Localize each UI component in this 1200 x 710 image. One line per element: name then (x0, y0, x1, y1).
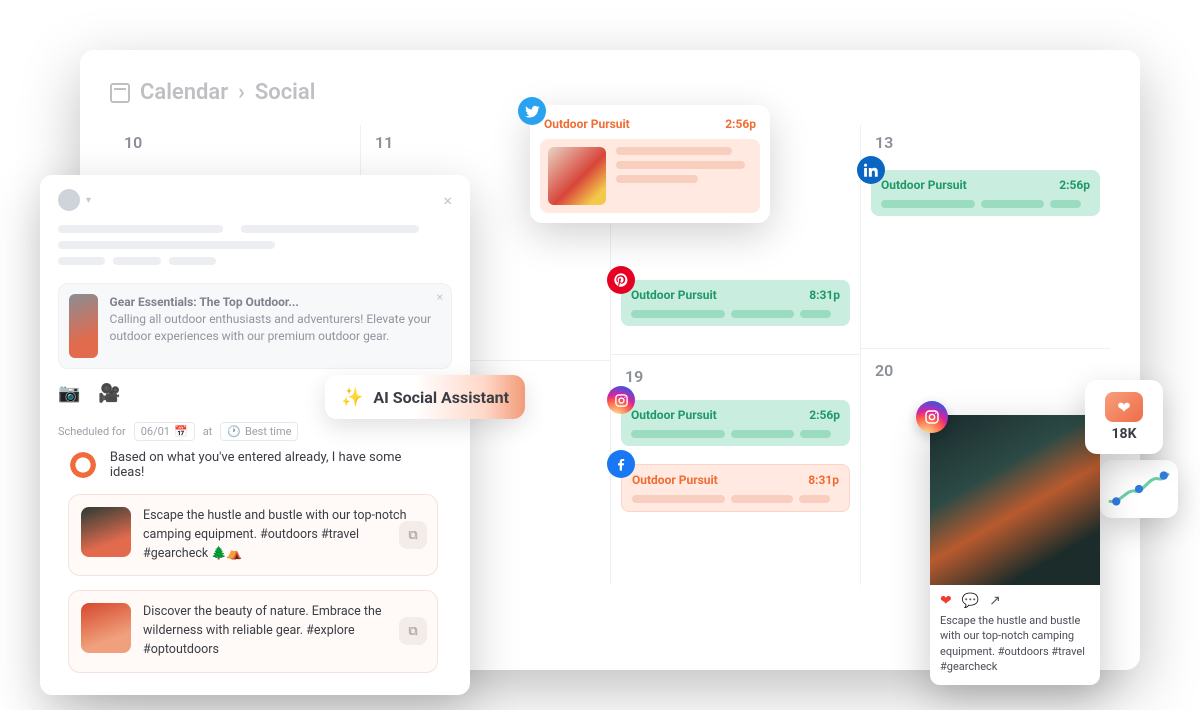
assistant-intro: Based on what you've entered already, I … (110, 450, 438, 480)
copy-icon[interactable]: ⧉ (399, 617, 427, 645)
calendar-event[interactable]: Outdoor Pursuit 2:56p (871, 170, 1100, 216)
event-time: 8:31p (809, 288, 840, 302)
suggestion-text: Escape the hustle and bustle with our to… (143, 507, 425, 563)
account-selector[interactable]: ▾ (58, 189, 91, 211)
copy-icon[interactable]: ⧉ (399, 521, 427, 549)
suggestion-text: Discover the beauty of nature. Embrace t… (143, 603, 425, 659)
assistant-avatar (68, 450, 98, 480)
heart-icon: ❤ (1105, 392, 1143, 422)
event-time: 2:56p (1059, 178, 1090, 192)
like-icon[interactable]: ❤ (940, 593, 952, 609)
scheduled-label: Scheduled for (58, 425, 126, 438)
event-title: Outdoor Pursuit (881, 178, 967, 192)
schedule-time-input[interactable]: 🕐 Best time (220, 422, 298, 441)
day-number: 13 (871, 125, 1100, 160)
breadcrumb-sep: › (238, 80, 245, 105)
attachment-thumbnail (69, 294, 98, 358)
calendar-icon: 📅 (174, 425, 188, 438)
day-number: 10 (120, 125, 350, 160)
event-time: 8:31p (808, 473, 839, 487)
chevron-down-icon: ▾ (86, 195, 91, 206)
calendar-event[interactable]: Outdoor Pursuit 8:31p (621, 464, 850, 512)
likes-count: 18K (1112, 426, 1137, 442)
event-thumbnail (548, 147, 606, 205)
calendar-event[interactable]: Outdoor Pursuit 2:56p (621, 400, 850, 446)
suggestion-thumbnail (81, 507, 131, 557)
remove-attachment-icon[interactable]: × (437, 290, 443, 304)
instagram-icon (607, 386, 635, 414)
facebook-icon (607, 450, 635, 478)
breadcrumb-calendar[interactable]: Calendar (140, 80, 228, 105)
trend-stat-card (1100, 460, 1178, 518)
magic-wand-icon: ✨ (341, 387, 363, 408)
schedule-row: Scheduled for 06/01 📅 at 🕐 Best time (58, 422, 452, 441)
close-icon[interactable]: × (443, 191, 452, 210)
event-title: Outdoor Pursuit (631, 408, 717, 422)
sparkline-chart (1108, 468, 1170, 510)
event-title: Outdoor Pursuit (544, 117, 630, 131)
pinterest-icon (607, 266, 635, 294)
suggestion-thumbnail (81, 603, 131, 653)
attachment-title: Gear Essentials: The Top Outdoor... (110, 294, 441, 311)
ai-suggestions-panel: Based on what you've entered already, I … (68, 450, 438, 673)
video-icon[interactable]: 🎥 (98, 383, 120, 404)
linkedin-icon (857, 156, 885, 184)
ai-assistant-button[interactable]: ✨ AI Social Assistant (325, 375, 525, 419)
post-image (930, 415, 1100, 585)
schedule-date-input[interactable]: 06/01 📅 (134, 422, 195, 441)
day-number: 20 (871, 357, 1100, 384)
attachment-body: Calling all outdoor enthusiasts and adve… (110, 311, 441, 345)
post-caption: Escape the hustle and bustle with our to… (930, 613, 1100, 675)
day-number: 19 (621, 363, 850, 390)
calendar-event[interactable]: Outdoor Pursuit 8:31p (621, 280, 850, 326)
event-popover[interactable]: Outdoor Pursuit 2:56p (530, 105, 770, 223)
ai-suggestion[interactable]: Escape the hustle and bustle with our to… (68, 494, 438, 576)
calendar-icon (110, 83, 130, 103)
link-attachment[interactable]: Gear Essentials: The Top Outdoor... Call… (58, 283, 452, 369)
breadcrumb-social[interactable]: Social (255, 80, 316, 105)
ai-suggestion[interactable]: Discover the beauty of nature. Embrace t… (68, 590, 438, 672)
instagram-icon (916, 401, 948, 433)
twitter-icon (518, 97, 546, 125)
avatar (58, 189, 80, 211)
breadcrumb[interactable]: Calendar › Social (110, 80, 1110, 105)
camera-icon[interactable]: 📷 (58, 383, 80, 404)
event-title: Outdoor Pursuit (631, 288, 717, 302)
comment-icon[interactable]: 💬 (962, 593, 979, 609)
event-time: 2:56p (809, 408, 840, 422)
likes-stat-card: ❤ 18K (1085, 380, 1163, 454)
event-title: Outdoor Pursuit (632, 473, 718, 487)
ai-button-label: AI Social Assistant (373, 388, 509, 407)
composer-textarea[interactable] (58, 225, 452, 273)
schedule-at-label: at (203, 425, 213, 438)
clock-icon: 🕐 (227, 425, 241, 438)
event-time: 2:56p (725, 117, 756, 131)
instagram-preview-card: ❤ 💬 ↗ Escape the hustle and bustle with … (930, 415, 1100, 685)
share-icon[interactable]: ↗ (989, 593, 1001, 609)
